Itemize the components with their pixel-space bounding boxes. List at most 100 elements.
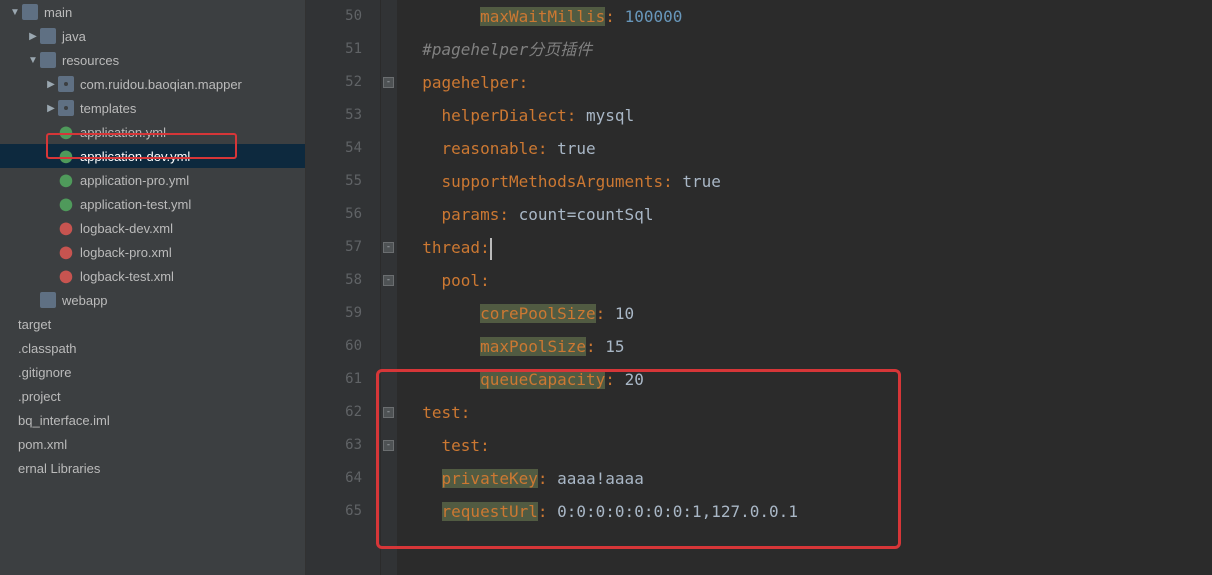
- code-line-64[interactable]: requestUrl: 0:0:0:0:0:0:0:1,127.0.0.1: [403, 495, 1212, 528]
- code-token: aaaa!aaaa: [557, 469, 644, 488]
- code-token: :: [480, 238, 490, 257]
- tree-item-logback-pro-xml[interactable]: logback-pro.xml: [0, 240, 305, 264]
- fold-toggle-icon[interactable]: -: [383, 242, 394, 253]
- code-line-61[interactable]: test:: [403, 396, 1212, 429]
- tree-item-label: .classpath: [18, 341, 77, 356]
- folder-icon: [40, 292, 56, 308]
- tree-item-main[interactable]: main: [0, 0, 305, 24]
- code-token: :: [605, 370, 624, 389]
- code-line-57[interactable]: pool:: [403, 264, 1212, 297]
- code-line-53[interactable]: reasonable: true: [403, 132, 1212, 165]
- code-token: test: [422, 403, 461, 422]
- code-line-49[interactable]: maxWaitMillis: 100000: [403, 0, 1212, 33]
- tree-item-ernal-libraries[interactable]: ernal Libraries: [0, 456, 305, 480]
- code-line-58[interactable]: corePoolSize: 10: [403, 297, 1212, 330]
- code-token: queueCapacity: [480, 370, 605, 389]
- line-number: 51: [306, 33, 362, 66]
- project-tree[interactable]: main java resources com.ruidou.baoqian.mapp…: [0, 0, 306, 575]
- tree-item-webapp[interactable]: webapp: [0, 288, 305, 312]
- code-line-59[interactable]: maxPoolSize: 15: [403, 330, 1212, 363]
- code-token: :: [538, 469, 557, 488]
- tree-item-com-ruidou-baoqian-mapper[interactable]: com.ruidou.baoqian.mapper: [0, 72, 305, 96]
- text-caret: [490, 238, 492, 260]
- code-editor[interactable]: 50515253545556575859606162636465 ----- m…: [306, 0, 1212, 575]
- tree-item--gitignore[interactable]: .gitignore: [0, 360, 305, 384]
- tree-item-application-dev-yml[interactable]: application-dev.yml: [0, 144, 305, 168]
- fold-toggle-icon[interactable]: -: [383, 275, 394, 286]
- tree-item-application-yml[interactable]: application.yml: [0, 120, 305, 144]
- line-number: 50: [306, 0, 362, 33]
- code-line-63[interactable]: privateKey: aaaa!aaaa: [403, 462, 1212, 495]
- tree-item-label: .project: [18, 389, 61, 404]
- tree-item--classpath[interactable]: .classpath: [0, 336, 305, 360]
- code-token: params: [442, 205, 500, 224]
- tree-item-label: templates: [80, 101, 136, 116]
- code-line-52[interactable]: helperDialect: mysql: [403, 99, 1212, 132]
- folder-icon: [40, 52, 56, 68]
- code-area[interactable]: maxWaitMillis: 100000 #pagehelper分页插件 pa…: [397, 0, 1212, 575]
- code-token: thread: [422, 238, 480, 257]
- yml-icon: [58, 148, 74, 164]
- pkg-icon: [58, 76, 74, 92]
- tree-item-application-test-yml[interactable]: application-test.yml: [0, 192, 305, 216]
- chevron-right-icon[interactable]: [26, 31, 40, 42]
- code-token: maxWaitMillis: [480, 7, 605, 26]
- code-token: #pagehelper分页插件: [422, 40, 592, 59]
- code-line-65[interactable]: [403, 528, 1212, 561]
- tree-item-templates[interactable]: templates: [0, 96, 305, 120]
- xml-icon: [58, 244, 74, 260]
- code-token: reasonable: [442, 139, 538, 158]
- code-token: :: [480, 271, 490, 290]
- tree-item-label: application.yml: [80, 125, 166, 140]
- fold-toggle-icon[interactable]: -: [383, 77, 394, 88]
- code-token: count=countSql: [519, 205, 654, 224]
- line-number: 53: [306, 99, 362, 132]
- code-token: 100000: [625, 7, 683, 26]
- tree-item-label: java: [62, 29, 86, 44]
- folder-icon: [22, 4, 38, 20]
- fold-toggle-icon[interactable]: -: [383, 407, 394, 418]
- code-line-60[interactable]: queueCapacity: 20: [403, 363, 1212, 396]
- tree-item-label: logback-pro.xml: [80, 245, 172, 260]
- tree-item-label: application-test.yml: [80, 197, 191, 212]
- line-number: 61: [306, 363, 362, 396]
- tree-item-logback-dev-xml[interactable]: logback-dev.xml: [0, 216, 305, 240]
- tree-item-label: logback-dev.xml: [80, 221, 173, 236]
- pkg-icon: [58, 100, 74, 116]
- tree-item-label: webapp: [62, 293, 108, 308]
- code-token: :: [461, 403, 471, 422]
- fold-column[interactable]: - - - - -: [381, 0, 397, 575]
- tree-item--project[interactable]: .project: [0, 384, 305, 408]
- tree-item-logback-test-xml[interactable]: logback-test.xml: [0, 264, 305, 288]
- chevron-down-icon[interactable]: [8, 7, 22, 18]
- tree-item-bq-interface-iml[interactable]: bq_interface.iml: [0, 408, 305, 432]
- chevron-down-icon[interactable]: [26, 55, 40, 66]
- code-token: privateKey: [442, 469, 538, 488]
- code-line-50[interactable]: #pagehelper分页插件: [403, 33, 1212, 66]
- code-line-54[interactable]: supportMethodsArguments: true: [403, 165, 1212, 198]
- line-number: 60: [306, 330, 362, 363]
- line-number: 59: [306, 297, 362, 330]
- tree-item-label: application-dev.yml: [80, 149, 190, 164]
- code-line-55[interactable]: params: count=countSql: [403, 198, 1212, 231]
- folder-icon: [40, 28, 56, 44]
- tree-item-pom-xml[interactable]: pom.xml: [0, 432, 305, 456]
- line-number: 63: [306, 429, 362, 462]
- tree-item-label: target: [18, 317, 51, 332]
- fold-toggle-icon[interactable]: -: [383, 440, 394, 451]
- chevron-right-icon[interactable]: [44, 79, 58, 90]
- code-token: :: [538, 502, 557, 521]
- tree-item-java[interactable]: java: [0, 24, 305, 48]
- line-number: 62: [306, 396, 362, 429]
- code-token: :: [499, 205, 518, 224]
- code-token: :: [538, 139, 557, 158]
- tree-item-resources[interactable]: resources: [0, 48, 305, 72]
- tree-item-label: resources: [62, 53, 119, 68]
- tree-item-application-pro-yml[interactable]: application-pro.yml: [0, 168, 305, 192]
- tree-item-target[interactable]: target: [0, 312, 305, 336]
- chevron-right-icon[interactable]: [44, 103, 58, 114]
- code-line-51[interactable]: pagehelper:: [403, 66, 1212, 99]
- code-line-56[interactable]: thread:: [403, 231, 1212, 264]
- code-line-62[interactable]: test:: [403, 429, 1212, 462]
- xml-icon: [58, 268, 74, 284]
